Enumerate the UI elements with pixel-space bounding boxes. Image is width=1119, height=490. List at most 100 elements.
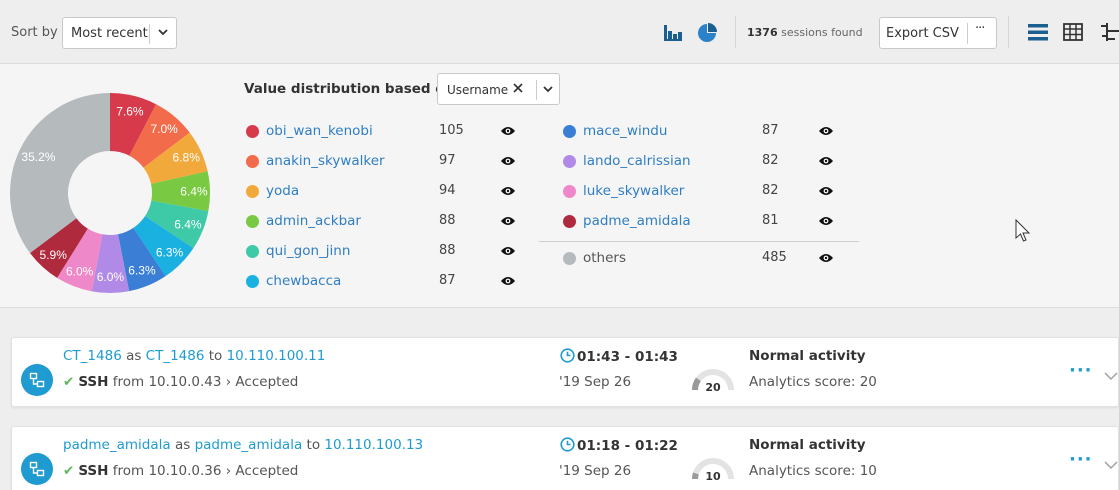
legend-item[interactable]: padme_amidala 81	[563, 212, 848, 232]
legend-swatch	[563, 215, 576, 228]
username-donut-chart: 7.6%7.0%6.8%6.4%6.4%6.3%6.3%6.0%6.0%5.9%…	[9, 93, 210, 293]
more-options-icon[interactable]: ···	[1069, 449, 1093, 470]
grid-view-icon[interactable]	[1062, 21, 1084, 43]
legend-item[interactable]: obi_wan_kenobi 105	[246, 122, 521, 142]
session-user-link[interactable]: CT_1486	[63, 348, 122, 364]
more-options-icon[interactable]: ···	[975, 21, 985, 36]
donut-percent-label: 6.8%	[173, 151, 201, 165]
legend-item[interactable]: luke_skywalker 82	[563, 182, 848, 202]
gauge-value: 20	[705, 381, 721, 394]
legend-count: 105	[439, 123, 464, 138]
export-csv-button[interactable]: Export CSV ···	[879, 17, 997, 49]
legend-item[interactable]: anakin_skywalker 97	[246, 152, 521, 172]
legend-count: 88	[439, 213, 456, 228]
eye-icon[interactable]	[500, 215, 516, 227]
divider	[1008, 16, 1009, 48]
session-account-link[interactable]: padme_amidala	[195, 437, 303, 453]
legend-label[interactable]: admin_ackbar	[266, 213, 361, 229]
session-card[interactable]: CT_1486 as CT_1486 to 10.110.100.11 ✔ SSH …	[11, 337, 1119, 407]
legend-item[interactable]: chewbacca 87	[246, 272, 521, 292]
legend-label[interactable]: anakin_skywalker	[266, 153, 385, 169]
chevron-down-icon[interactable]	[1104, 460, 1118, 470]
distribution-field-select[interactable]: Username	[437, 73, 560, 105]
legend-label[interactable]: yoda	[266, 183, 299, 199]
donut-percent-label: 35.2%	[21, 150, 55, 164]
eye-icon[interactable]	[818, 125, 834, 137]
legend-count: 87	[762, 123, 779, 138]
session-time: 01:18 - 01:22	[560, 437, 678, 454]
session-avatar	[21, 453, 53, 485]
network-icon	[29, 461, 45, 477]
donut-percent-label: 7.6%	[116, 104, 144, 118]
analytics-score: Analytics score: 20	[749, 374, 877, 390]
eye-icon[interactable]	[500, 275, 516, 287]
session-user-link[interactable]: padme_amidala	[63, 437, 171, 453]
legend-item[interactable]: qui_gon_jinn 88	[246, 242, 521, 262]
legend-swatch	[563, 155, 576, 168]
legend-item[interactable]: others 485	[563, 249, 848, 269]
session-time-range: 01:18 - 01:22	[577, 438, 678, 454]
legend-item[interactable]: admin_ackbar 88	[246, 212, 521, 232]
eye-icon[interactable]	[818, 155, 834, 167]
legend-label[interactable]: luke_skywalker	[583, 183, 684, 199]
legend-swatch	[563, 252, 576, 265]
legend-label[interactable]: mace_windu	[583, 123, 667, 139]
session-connection: padme_amidala as padme_amidala to 10.110…	[63, 437, 423, 453]
legend-label[interactable]: padme_amidala	[583, 213, 691, 229]
legend-label[interactable]: chewbacca	[266, 273, 341, 289]
sessions-count: 1376 sessions found	[747, 26, 863, 39]
donut-percent-label: 6.4%	[180, 184, 208, 198]
session-target-link[interactable]: 10.110.100.13	[324, 437, 423, 453]
legend-swatch	[246, 275, 259, 288]
sort-select[interactable]: Most recent	[62, 17, 177, 49]
chevron-down-icon	[158, 29, 168, 36]
eye-icon[interactable]	[818, 215, 834, 227]
eye-icon[interactable]	[818, 185, 834, 197]
activity-status: Normal activity	[749, 437, 866, 453]
activity-status: Normal activity	[749, 348, 866, 364]
legend-item[interactable]: yoda 94	[246, 182, 521, 202]
eye-icon[interactable]	[500, 155, 516, 167]
distribution-title: Value distribution based on	[244, 81, 455, 97]
legend-swatch	[246, 245, 259, 258]
legend-count: 94	[439, 183, 456, 198]
session-target-link[interactable]: 10.110.100.11	[227, 348, 326, 364]
legend-label[interactable]: lando_calrissian	[583, 153, 691, 169]
clear-icon[interactable]	[511, 81, 525, 95]
clock-icon	[560, 348, 575, 363]
legend-label[interactable]: qui_gon_jinn	[266, 243, 350, 259]
connector-text: to	[204, 348, 227, 364]
bar-chart-icon[interactable]	[662, 21, 684, 43]
check-icon: ✔	[63, 463, 75, 479]
analytics-score: Analytics score: 10	[749, 463, 877, 479]
pie-chart-icon[interactable]	[697, 21, 719, 43]
session-protocol: ✔ SSH from 10.10.0.36 › Accepted	[63, 463, 298, 479]
chevron-down-icon[interactable]	[1104, 371, 1118, 381]
eye-icon[interactable]	[500, 185, 516, 197]
divider	[539, 241, 859, 242]
donut-percent-label: 6.0%	[66, 264, 94, 278]
list-view-icon[interactable]	[1027, 21, 1049, 43]
chevron-down-icon	[543, 86, 553, 93]
more-options-icon[interactable]: ···	[1069, 360, 1093, 381]
legend-label[interactable]: obi_wan_kenobi	[266, 123, 373, 139]
donut-slice[interactable]	[9, 93, 111, 254]
mouse-cursor-icon	[1015, 219, 1031, 242]
session-protocol: ✔ SSH from 10.10.0.43 › Accepted	[63, 374, 298, 390]
legend-label[interactable]: others	[583, 250, 626, 266]
session-card[interactable]: padme_amidala as padme_amidala to 10.110…	[11, 426, 1119, 490]
session-date: '19 Sep 26	[559, 374, 632, 390]
gauge-fill	[692, 472, 699, 480]
eye-icon[interactable]	[500, 125, 516, 137]
legend-swatch	[246, 215, 259, 228]
legend-item[interactable]: mace_windu 87	[563, 122, 848, 142]
session-account-link[interactable]: CT_1486	[146, 348, 205, 364]
export-csv-label: Export CSV	[886, 26, 959, 41]
network-icon	[29, 372, 45, 388]
timeline-view-icon[interactable]	[1100, 21, 1119, 43]
legend-count: 82	[762, 183, 779, 198]
divider	[967, 23, 968, 44]
legend-item[interactable]: lando_calrissian 82	[563, 152, 848, 172]
eye-icon[interactable]	[500, 245, 516, 257]
eye-icon[interactable]	[818, 252, 834, 264]
